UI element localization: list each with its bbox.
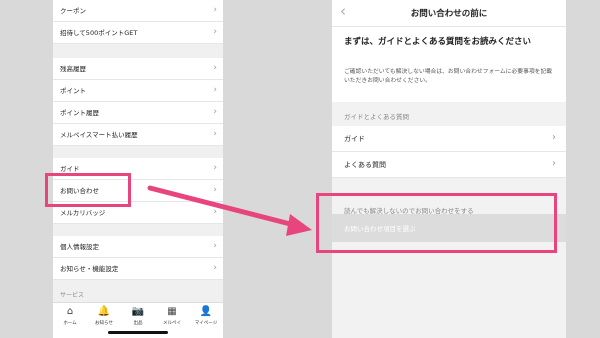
list-item-label: よくある質問: [344, 161, 386, 169]
guide-description: ご確認いただいても解決しない場合は、お問い合わせフォームに必要事項を記載いただき…: [344, 69, 553, 84]
section-header: ガイドとよくある質問: [332, 102, 566, 126]
list-item-label: ガイド: [344, 135, 365, 143]
chevron-right-icon: ›: [552, 132, 556, 143]
page-background: [332, 242, 566, 338]
page-title: お問い合わせの前に: [410, 9, 488, 19]
nav-bar: ‹ お問い合わせの前に: [332, 0, 566, 27]
arrow-shaft: [147, 185, 301, 229]
arrow-head: [286, 214, 312, 236]
chevron-right-icon: ›: [552, 158, 556, 169]
right-screen-before-contact: ‹ お問い合わせの前に まずは、ガイドとよくある質問をお読みください ご確認いた…: [332, 0, 566, 338]
list-item-guide[interactable]: ガイド ›: [332, 126, 566, 152]
section-label-guide-faq: ガイドとよくある質問: [344, 113, 409, 121]
list-item-faq[interactable]: よくある質問 ›: [332, 152, 566, 178]
highlight-box-contact-select: [316, 193, 557, 253]
guide-heading: まずは、ガイドとよくある質問をお読みください: [344, 37, 532, 47]
